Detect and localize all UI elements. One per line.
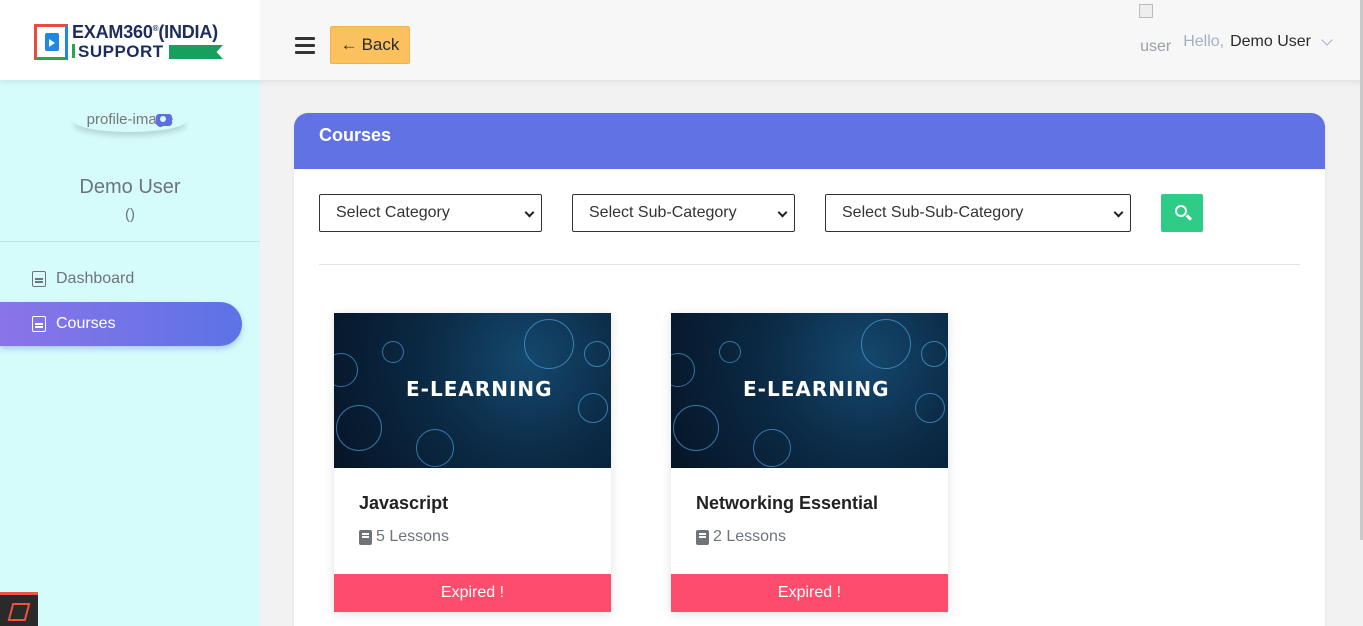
sub-sub-category-select-value: Select Sub-Sub-Category <box>842 204 1024 221</box>
sub-category-select[interactable]: Select Sub-Category <box>572 194 795 232</box>
user-name: Demo User <box>1230 33 1311 50</box>
sidebar-user-subtitle: () <box>125 206 135 223</box>
category-select-value: Select Category <box>336 204 450 221</box>
book-icon <box>696 529 709 545</box>
document-icon <box>32 271 46 287</box>
course-card-javascript[interactable]: E-LEARNING Javascript 5 Lessons Expired … <box>334 313 611 612</box>
back-button[interactable]: ← Back <box>330 26 410 64</box>
courses-card: Courses Select Category Select Sub-Categ… <box>294 113 1325 626</box>
sub-category-select-value: Select Sub-Category <box>589 204 737 221</box>
course-title[interactable]: Javascript <box>359 493 448 514</box>
lessons-count-text: 5 Lessons <box>376 528 449 545</box>
sidebar-item-dashboard[interactable]: Dashboard <box>0 257 242 301</box>
course-thumbnail[interactable]: E-LEARNING <box>671 313 948 468</box>
sub-sub-category-select[interactable]: Select Sub-Sub-Category <box>825 194 1131 232</box>
logo-flag-shape <box>169 45 223 59</box>
user-avatar-alt-text: user <box>1140 38 1172 55</box>
sidebar-item-label: Courses <box>56 315 116 332</box>
thumbnail-text: E-LEARNING <box>743 377 890 401</box>
logo-bag-icon <box>34 24 68 60</box>
user-avatar <box>1139 4 1153 18</box>
sidebar-item-label: Dashboard <box>56 270 135 287</box>
logo-area[interactable]: EXAM360®(INDIA) SUPPORT <box>0 0 260 80</box>
course-thumbnail[interactable]: E-LEARNING <box>334 313 611 468</box>
menu-toggle-icon[interactable] <box>295 37 315 54</box>
book-icon <box>359 529 372 545</box>
hello-text: Hello, <box>1183 33 1225 50</box>
chevron-down-icon <box>1321 34 1333 46</box>
document-icon <box>32 316 46 332</box>
lessons-count: 2 Lessons <box>696 528 786 546</box>
sidebar-item-courses[interactable]: Courses <box>0 302 242 346</box>
camera-icon[interactable] <box>156 114 172 126</box>
page-title: Courses <box>294 113 1325 169</box>
expired-badge[interactable]: Expired ! <box>671 574 948 612</box>
lessons-count-text: 2 Lessons <box>713 528 786 545</box>
sidebar: profile-image Demo User () Dashboard Cou… <box>0 80 260 626</box>
user-menu[interactable]: user Hello, Demo User <box>1139 4 1333 56</box>
debugbar-laravel-icon[interactable] <box>0 592 38 626</box>
exam360-logo[interactable]: EXAM360®(INDIA) SUPPORT <box>34 22 224 62</box>
chevron-down-icon <box>524 207 535 218</box>
course-title[interactable]: Networking Essential <box>696 493 878 514</box>
top-bar: EXAM360®(INDIA) SUPPORT ← Back user Hell… <box>0 0 1363 80</box>
sidebar-user-name: Demo User <box>79 176 181 198</box>
logo-text-line1: EXAM360®(INDIA) <box>72 22 218 42</box>
course-card-networking-essential[interactable]: E-LEARNING Networking Essential 2 Lesson… <box>671 313 948 612</box>
chevron-down-icon <box>777 207 788 218</box>
profile-image: profile-image <box>74 110 186 132</box>
expired-badge[interactable]: Expired ! <box>334 574 611 612</box>
search-button[interactable] <box>1161 194 1203 232</box>
logo-text-line2: SUPPORT <box>72 42 164 62</box>
chevron-down-icon <box>1113 207 1124 218</box>
sidebar-divider <box>0 241 260 242</box>
category-select[interactable]: Select Category <box>319 194 542 232</box>
lessons-count: 5 Lessons <box>359 528 449 546</box>
thumbnail-text: E-LEARNING <box>406 377 553 401</box>
search-icon <box>1175 205 1187 217</box>
filters-divider <box>319 264 1300 265</box>
arrow-left-icon: ← <box>340 35 358 54</box>
back-button-label: Back <box>361 35 400 54</box>
